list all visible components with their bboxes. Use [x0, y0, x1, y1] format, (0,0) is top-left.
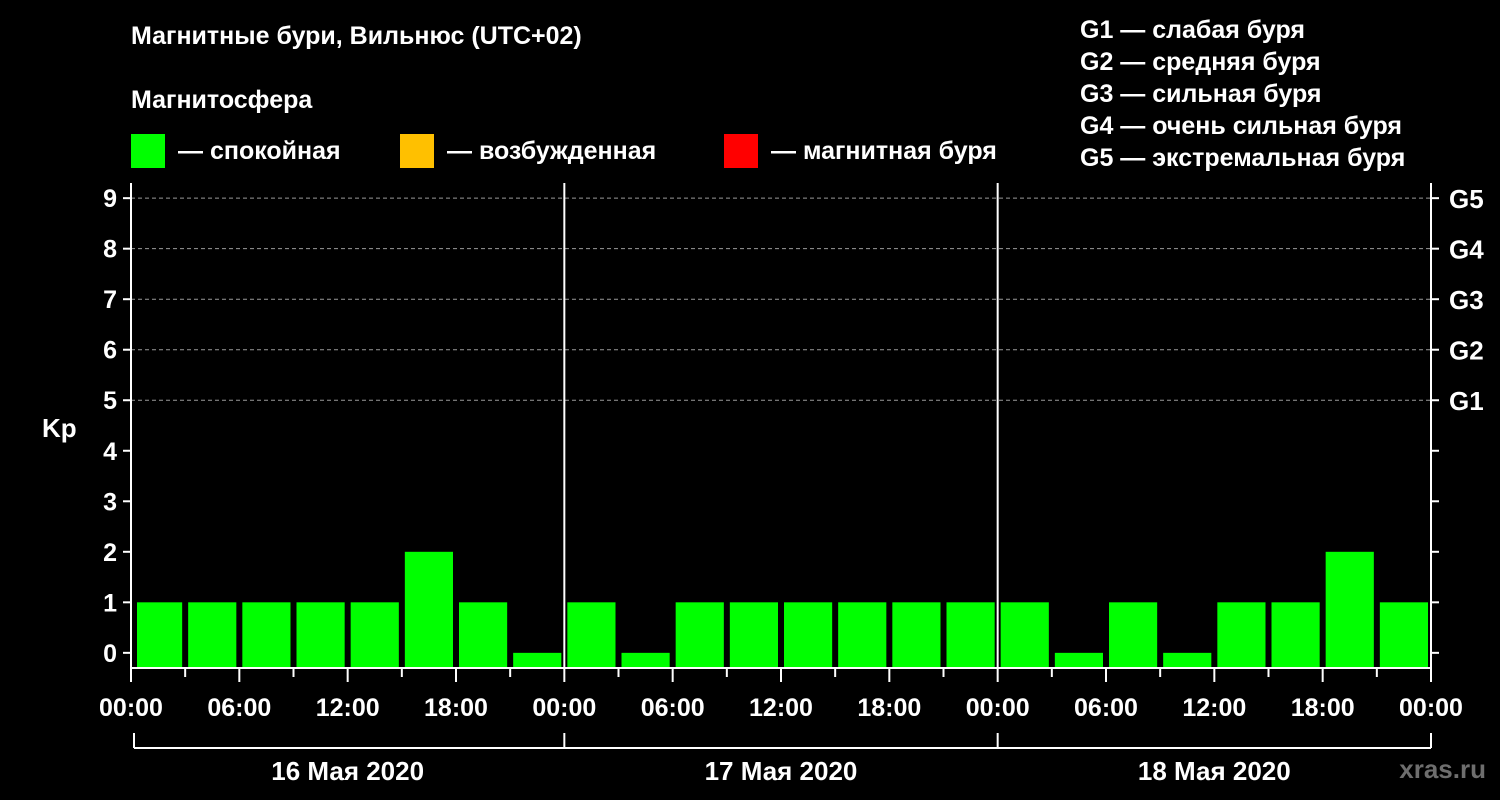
- x-tick-label: 06:00: [641, 694, 705, 722]
- watermark: xras.ru: [1399, 754, 1486, 784]
- y-tick-label: 4: [103, 438, 117, 466]
- g-scale-label: G4: [1449, 235, 1484, 265]
- y-tick-label: 5: [103, 387, 117, 415]
- y-tick-label: 2: [103, 539, 117, 567]
- kp-bar: [1271, 602, 1320, 668]
- y-tick-label: 6: [103, 337, 117, 365]
- kp-bar: [137, 602, 183, 668]
- x-tick-label: 06:00: [1074, 694, 1138, 722]
- y-tick-label: 3: [103, 488, 117, 516]
- g-scale-label: G5: [1449, 184, 1484, 214]
- y-tick-label: 7: [103, 286, 117, 314]
- kp-bar: [1109, 602, 1158, 668]
- g-scale-label: G2: [1449, 336, 1484, 366]
- y-tick-label: 8: [103, 236, 117, 264]
- g-scale-label: G3: [1449, 285, 1484, 315]
- kp-bar: [1325, 551, 1374, 668]
- kp-bar: [729, 602, 778, 668]
- x-tick-label: 00:00: [1399, 694, 1463, 722]
- kp-bar: [1000, 602, 1049, 668]
- kp-bar: [946, 602, 995, 668]
- x-tick-label: 12:00: [316, 694, 380, 722]
- x-tick-label: 00:00: [966, 694, 1030, 722]
- day-label: 18 Мая 2020: [1138, 756, 1291, 786]
- kp-bar: [404, 551, 453, 668]
- kp-bar-chart: 0 1 2 3 4 5 6 7 8 9 G1 G2 G3 G4 G5 Kp 00:00 06:00 12:00 18:…: [42, 183, 1484, 786]
- kp-bar: [892, 602, 941, 668]
- x-tick-label: 00:00: [532, 694, 596, 722]
- kp-bar: [1054, 652, 1103, 668]
- kp-bar: [350, 602, 399, 668]
- day-label: 17 Мая 2020: [705, 756, 858, 786]
- y-axis-label: Kp: [42, 413, 77, 443]
- kp-bar: [1217, 602, 1266, 668]
- kp-bar: [675, 602, 724, 668]
- g-scale-label: G1: [1449, 386, 1484, 416]
- y-tick-label: 1: [103, 589, 117, 617]
- kp-bar: [621, 652, 670, 668]
- x-tick-label: 12:00: [749, 694, 813, 722]
- kp-bar: [838, 602, 887, 668]
- x-tick-label: 18:00: [857, 694, 921, 722]
- kp-bar: [1163, 652, 1212, 668]
- x-tick-label: 18:00: [424, 694, 488, 722]
- kp-bar: [242, 602, 291, 668]
- kp-bar: [784, 602, 833, 668]
- x-tick-label: 18:00: [1291, 694, 1355, 722]
- x-tick-label: 00:00: [99, 694, 163, 722]
- kp-bar: [567, 602, 616, 668]
- kp-bar: [188, 602, 237, 668]
- y-tick-label: 9: [103, 185, 117, 213]
- x-tick-label: 06:00: [207, 694, 271, 722]
- kp-bar: [459, 602, 508, 668]
- day-label: 16 Мая 2020: [271, 756, 424, 786]
- kp-bar: [296, 602, 345, 668]
- x-tick-label: 12:00: [1182, 694, 1246, 722]
- kp-bar: [1379, 602, 1428, 668]
- kp-bar: [513, 652, 562, 668]
- y-tick-label: 0: [103, 640, 117, 668]
